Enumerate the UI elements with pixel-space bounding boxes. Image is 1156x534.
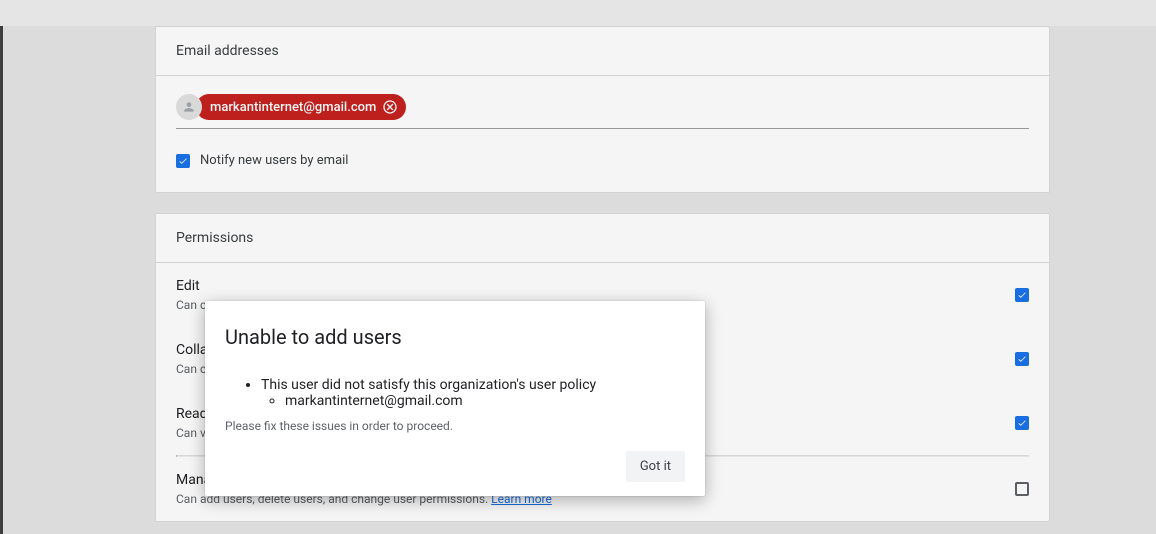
failed-email: markantinternet@gmail.com xyxy=(285,393,685,409)
fix-message: Please fix these issues in order to proc… xyxy=(225,419,685,433)
avatar-icon xyxy=(176,94,202,120)
policy-message: This user did not satisfy this organizat… xyxy=(261,377,596,393)
got-it-button[interactable]: Got it xyxy=(626,451,685,482)
error-modal: Unable to add users This user did not sa… xyxy=(205,301,705,496)
modal-error-list: This user did not satisfy this organizat… xyxy=(225,377,685,409)
modal-title: Unable to add users xyxy=(225,325,685,349)
